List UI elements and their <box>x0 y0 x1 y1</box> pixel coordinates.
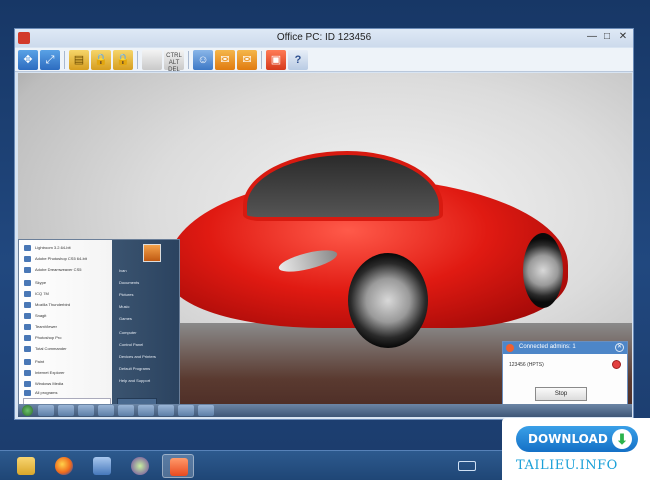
screenshot-icon[interactable] <box>142 50 162 70</box>
remote-taskbar-item[interactable] <box>198 405 214 416</box>
start-menu-item[interactable]: Skype <box>23 278 113 288</box>
taskbar-tor[interactable] <box>124 454 156 478</box>
fullscreen-icon[interactable]: ✥ <box>18 50 38 70</box>
teamviewer-logo-icon <box>506 344 514 352</box>
remote-taskbar <box>18 404 632 417</box>
start-menu-item[interactable]: Internet Explorer <box>23 368 113 378</box>
start-menu-link[interactable]: Ivan <box>119 266 177 276</box>
remote-taskbar-item[interactable] <box>158 405 174 416</box>
start-menu-link[interactable]: Control Panel <box>119 340 177 350</box>
file-transfer-icon[interactable]: ▤ <box>69 50 89 70</box>
user-picture <box>143 244 161 262</box>
remote-start-button[interactable] <box>22 405 33 416</box>
network-icon <box>93 457 111 475</box>
download-label: DOWNLOAD <box>528 432 608 446</box>
download-arrow-icon: ⬇ <box>612 429 632 449</box>
start-menu-item[interactable]: Paint <box>23 357 113 367</box>
start-menu-item[interactable]: Lightroom 3.2.64-bit <box>23 243 113 253</box>
panel-close-icon[interactable]: ✕ <box>615 343 624 352</box>
wallpaper-car-wheel <box>523 233 563 308</box>
lock-user-icon[interactable]: 🔒 <box>113 50 133 70</box>
remote-taskbar-item[interactable] <box>98 405 114 416</box>
remote-taskbar-item[interactable] <box>118 405 134 416</box>
taskbar-teamviewer[interactable] <box>162 454 194 478</box>
panel-title: Connected admins: 1 <box>519 344 576 350</box>
connected-admins-panel: Connected admins: 1 ✕ 123456 (HPTS) Stop <box>502 341 628 413</box>
window-titlebar[interactable]: Office PC: ID 123456 — □ ✕ <box>15 29 633 47</box>
start-menu-item[interactable]: Adobe Dreamweaver CS5 <box>23 265 113 275</box>
start-menu-item[interactable]: Photoshop Pro <box>23 333 113 343</box>
start-menu-link[interactable]: Devices and Printers <box>119 352 177 362</box>
start-menu-link[interactable]: Default Programs <box>119 364 177 374</box>
close-button[interactable]: ✕ <box>616 31 630 44</box>
remote-app-icon[interactable]: ▣ <box>266 50 286 70</box>
toolbar-separator <box>137 51 138 69</box>
start-menu-link[interactable]: Games <box>119 314 177 324</box>
toolbar-separator <box>64 51 65 69</box>
maximize-button[interactable]: □ <box>600 31 614 44</box>
stop-button[interactable]: Stop <box>535 387 587 401</box>
taskbar-network[interactable] <box>86 454 118 478</box>
start-menu-item[interactable]: Adobe Photoshop CS5 64-bit <box>23 254 113 264</box>
firefox-icon <box>55 457 73 475</box>
remote-taskbar-item[interactable] <box>38 405 54 416</box>
start-menu-link[interactable]: Music <box>119 302 177 312</box>
folder-icon <box>17 457 35 475</box>
minimize-button[interactable]: — <box>585 31 599 44</box>
start-menu-item[interactable]: ICQ 7M <box>23 289 113 299</box>
connection-label: 123456 (HPTS) <box>509 362 544 368</box>
start-menu-item[interactable]: Total Commander <box>23 344 113 354</box>
help-button[interactable]: ? <box>288 50 308 70</box>
remote-taskbar-item[interactable] <box>178 405 194 416</box>
session-toolbar: ✥ ⤢ ▤ 🔒 🔒 CTRL ALT DEL ☺ ✉ ✉ ▣ ? <box>15 48 633 73</box>
remote-taskbar-item[interactable] <box>138 405 154 416</box>
chat-icon[interactable]: ✉ <box>215 50 235 70</box>
remote-control-window: Office PC: ID 123456 — □ ✕ ✥ ⤢ ▤ 🔒 🔒 CTR… <box>14 28 634 420</box>
message-icon[interactable]: ✉ <box>237 50 257 70</box>
download-badge: DOWNLOAD ⬇ <box>516 426 638 452</box>
disconnect-icon[interactable] <box>612 360 621 369</box>
teamviewer-icon <box>170 458 188 476</box>
start-menu-item[interactable]: TeamViewer <box>23 322 113 332</box>
watermark: DOWNLOAD ⬇ TAILIEU.INFO <box>502 418 650 480</box>
lock-icon[interactable]: 🔒 <box>91 50 111 70</box>
all-programs-link[interactable]: All programs <box>23 388 113 398</box>
toolbar-separator <box>261 51 262 69</box>
remote-taskbar-item[interactable] <box>58 405 74 416</box>
tor-browser-icon <box>131 457 149 475</box>
start-menu-item[interactable]: Mozilla Thunderbird <box>23 300 113 310</box>
remote-desktop-screen[interactable]: Lightroom 3.2.64-bit Adobe Photoshop CS5… <box>18 73 632 417</box>
start-menu-link[interactable]: Help and Support <box>119 376 177 386</box>
taskbar-firefox[interactable] <box>48 454 80 478</box>
user-icon[interactable]: ☺ <box>193 50 213 70</box>
start-menu-item[interactable]: Snagit <box>23 311 113 321</box>
remote-start-menu: Lightroom 3.2.64-bit Adobe Photoshop CS5… <box>18 239 180 411</box>
wallpaper-car-window <box>243 151 443 221</box>
watermark-site: TAILIEU.INFO <box>516 458 618 473</box>
start-menu-link[interactable]: Computer <box>119 328 177 338</box>
toolbar-separator <box>188 51 189 69</box>
wallpaper-car-wheel <box>348 253 428 348</box>
keyboard-icon[interactable] <box>458 461 476 471</box>
taskbar-explorer[interactable] <box>10 454 42 478</box>
remote-taskbar-item[interactable] <box>78 405 94 416</box>
ctrl-alt-del-button[interactable]: CTRL ALT DEL <box>164 50 184 73</box>
window-title: Office PC: ID 123456 <box>276 32 372 43</box>
start-menu-link[interactable]: Pictures <box>119 290 177 300</box>
fit-window-icon[interactable]: ⤢ <box>40 50 60 70</box>
panel-header: Connected admins: 1 ✕ <box>503 342 627 354</box>
start-menu-link[interactable]: Documents <box>119 278 177 288</box>
